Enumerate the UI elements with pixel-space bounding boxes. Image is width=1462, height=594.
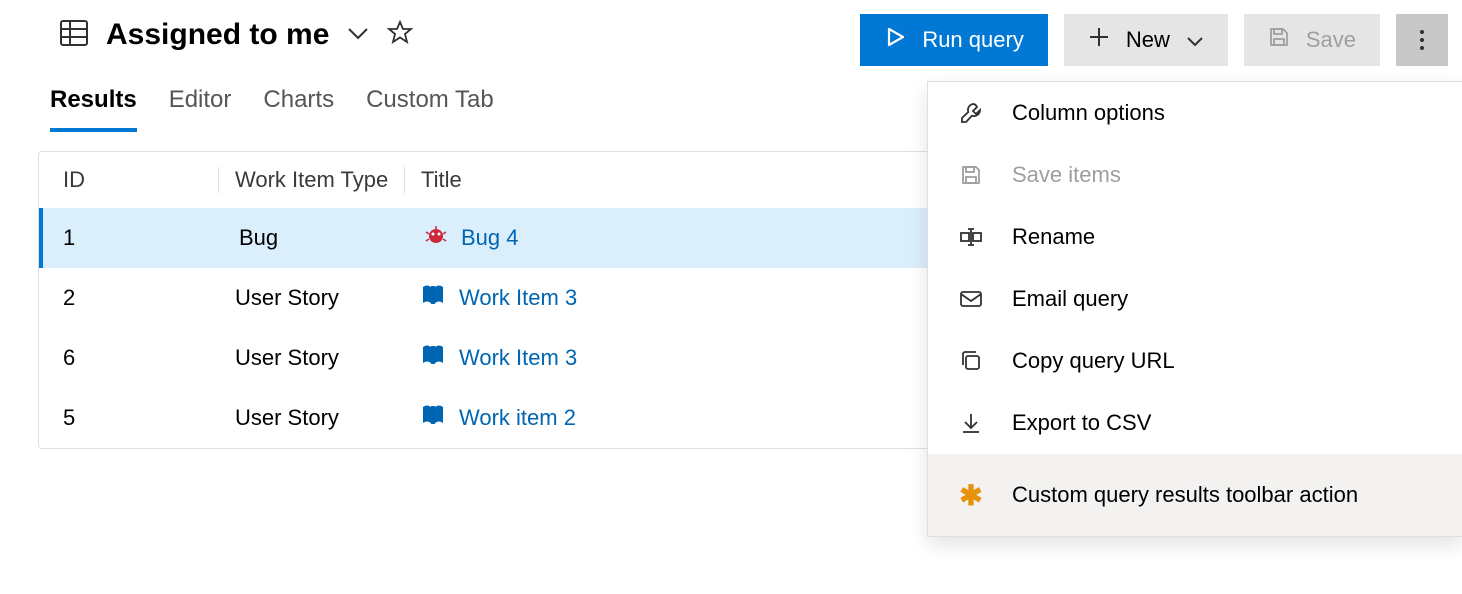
work-item-link[interactable]: Work item 2 — [459, 405, 576, 431]
new-label: New — [1126, 27, 1170, 53]
copy-icon — [958, 349, 984, 373]
menu-item-wrench[interactable]: Column options — [928, 82, 1462, 144]
menu-item-save: Save items — [928, 144, 1462, 206]
cell-type: User Story — [219, 345, 405, 371]
col-header-type[interactable]: Work Item Type — [219, 167, 405, 193]
menu-item-label: Rename — [1012, 224, 1095, 250]
tab-editor[interactable]: Editor — [169, 86, 232, 132]
save-icon — [1268, 26, 1290, 54]
chevron-down-icon[interactable] — [347, 26, 369, 45]
save-label: Save — [1306, 27, 1356, 53]
menu-item-asterisk[interactable]: ✱ Custom query results toolbar action — [928, 454, 1462, 536]
work-item-link[interactable]: Work Item 3 — [459, 285, 577, 311]
menu-item-label: Custom query results toolbar action — [1012, 481, 1358, 510]
wrench-icon — [958, 101, 984, 125]
cell-type: User Story — [219, 285, 405, 311]
mail-icon — [958, 287, 984, 311]
favorite-star-icon[interactable] — [387, 20, 413, 51]
menu-item-mail[interactable]: Email query — [928, 268, 1462, 330]
bug-icon — [425, 224, 447, 252]
run-query-label: Run query — [922, 27, 1024, 53]
table-icon — [60, 20, 88, 51]
menu-item-copy[interactable]: Copy query URL — [928, 330, 1462, 392]
cell-id: 5 — [39, 405, 219, 431]
menu-item-download[interactable]: Export to CSV — [928, 392, 1462, 454]
download-icon — [958, 411, 984, 435]
plus-icon — [1088, 26, 1110, 54]
book-icon — [421, 404, 445, 432]
cell-type: Bug — [223, 225, 409, 251]
save-icon — [958, 163, 984, 187]
work-item-link[interactable]: Work Item 3 — [459, 345, 577, 371]
tab-results[interactable]: Results — [50, 86, 137, 132]
work-item-link[interactable]: Bug 4 — [461, 225, 519, 251]
run-query-button[interactable]: Run query — [860, 14, 1048, 66]
page-title[interactable]: Assigned to me — [106, 18, 329, 52]
cell-id: 6 — [39, 345, 219, 371]
menu-item-rename[interactable]: Rename — [928, 206, 1462, 268]
more-actions-button[interactable] — [1396, 14, 1448, 66]
cell-id: 2 — [39, 285, 219, 311]
rename-icon — [958, 225, 984, 249]
more-vertical-icon — [1420, 30, 1424, 50]
menu-item-label: Export to CSV — [1012, 410, 1151, 436]
toolbar: Run query New Save — [860, 14, 1448, 66]
col-header-id[interactable]: ID — [39, 167, 219, 193]
menu-item-label: Copy query URL — [1012, 348, 1175, 374]
menu-item-label: Email query — [1012, 286, 1128, 312]
menu-item-label: Column options — [1012, 100, 1165, 126]
more-actions-menu: Column options Save items Rename Email quer… — [928, 82, 1462, 536]
asterisk-icon: ✱ — [958, 479, 984, 512]
save-button[interactable]: Save — [1244, 14, 1380, 66]
new-button[interactable]: New — [1064, 14, 1228, 66]
cell-id: 1 — [43, 225, 223, 251]
book-icon — [421, 344, 445, 372]
book-icon — [421, 284, 445, 312]
tab-charts[interactable]: Charts — [263, 86, 334, 132]
cell-type: User Story — [219, 405, 405, 431]
chevron-down-icon — [1186, 27, 1204, 53]
play-icon — [884, 26, 906, 54]
menu-item-label: Save items — [1012, 162, 1121, 188]
tab-custom[interactable]: Custom Tab — [366, 86, 494, 132]
